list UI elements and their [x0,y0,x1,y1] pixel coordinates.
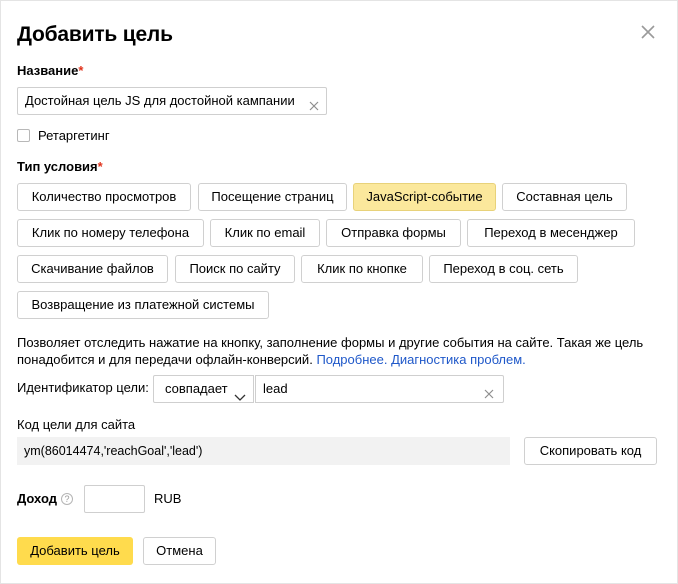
name-label-text: Название [17,63,79,78]
condition-chip-social[interactable]: Переход в соц. сеть [429,255,578,283]
dialog-title: Добавить цель [17,23,173,46]
code-label: Код цели для сайта [17,417,136,432]
clear-icon[interactable] [308,95,320,111]
identifier-input[interactable]: lead [255,375,504,403]
condition-type-label-text: Тип условия [17,159,98,174]
match-type-value: совпадает [165,381,228,396]
condition-chip-button-click[interactable]: Клик по кнопке [301,255,423,283]
clear-icon[interactable] [483,383,495,399]
goal-name-value: Достойная цель JS для достойной кампании [25,93,295,108]
identifier-label: Идентификатор цели: [17,380,149,395]
condition-chip-file-download[interactable]: Скачивание файлов [17,255,168,283]
more-link[interactable]: Подробнее. [316,352,387,367]
income-input[interactable] [84,485,145,513]
cancel-button[interactable]: Отмена [143,537,216,565]
goal-name-input[interactable]: Достойная цель JS для достойной кампании [17,87,327,115]
condition-chip-views[interactable]: Количество просмотров [17,183,191,211]
condition-chip-composite[interactable]: Составная цель [502,183,627,211]
add-goal-button[interactable]: Добавить цель [17,537,133,565]
required-mark: * [97,159,103,174]
retargeting-label: Ретаргетинг [38,128,110,143]
name-label: Название* [17,63,83,78]
copy-code-button[interactable]: Скопировать код [524,437,657,465]
add-goal-dialog: Добавить цель Название* Достойная цель J… [0,0,678,584]
income-label: Доход ? [17,491,73,506]
identifier-value: lead [263,381,288,396]
condition-chip-page-visit[interactable]: Посещение страниц [198,183,347,211]
condition-chip-form-submit[interactable]: Отправка формы [326,219,461,247]
retargeting-checkbox[interactable] [17,129,30,142]
currency-label: RUB [154,491,182,506]
condition-chip-payment-return[interactable]: Возвращение из платежной системы [17,291,269,319]
income-label-text: Доход [17,491,57,506]
condition-chip-phone-click[interactable]: Клик по номеру телефона [17,219,204,247]
help-icon[interactable]: ? [60,492,73,505]
match-type-select[interactable]: совпадает [153,375,254,403]
condition-chip-messenger[interactable]: Переход в месенджер [467,219,635,247]
diagnostics-link[interactable]: Диагностика проблем. [391,352,526,367]
goal-code: ym(86014474,'reachGoal','lead') [17,437,510,465]
condition-chip-email-click[interactable]: Клик по email [210,219,320,247]
close-icon[interactable] [638,22,658,42]
chevron-down-icon [234,385,246,401]
required-mark: * [78,63,84,78]
condition-chip-js-event[interactable]: JavaScript-событие [353,183,496,211]
condition-description: Позволяет отследить нажатие на кнопку, з… [17,334,657,368]
retargeting-row[interactable]: Ретаргетинг [17,128,110,143]
condition-type-label: Тип условия* [17,159,103,174]
condition-chip-site-search[interactable]: Поиск по сайту [175,255,295,283]
